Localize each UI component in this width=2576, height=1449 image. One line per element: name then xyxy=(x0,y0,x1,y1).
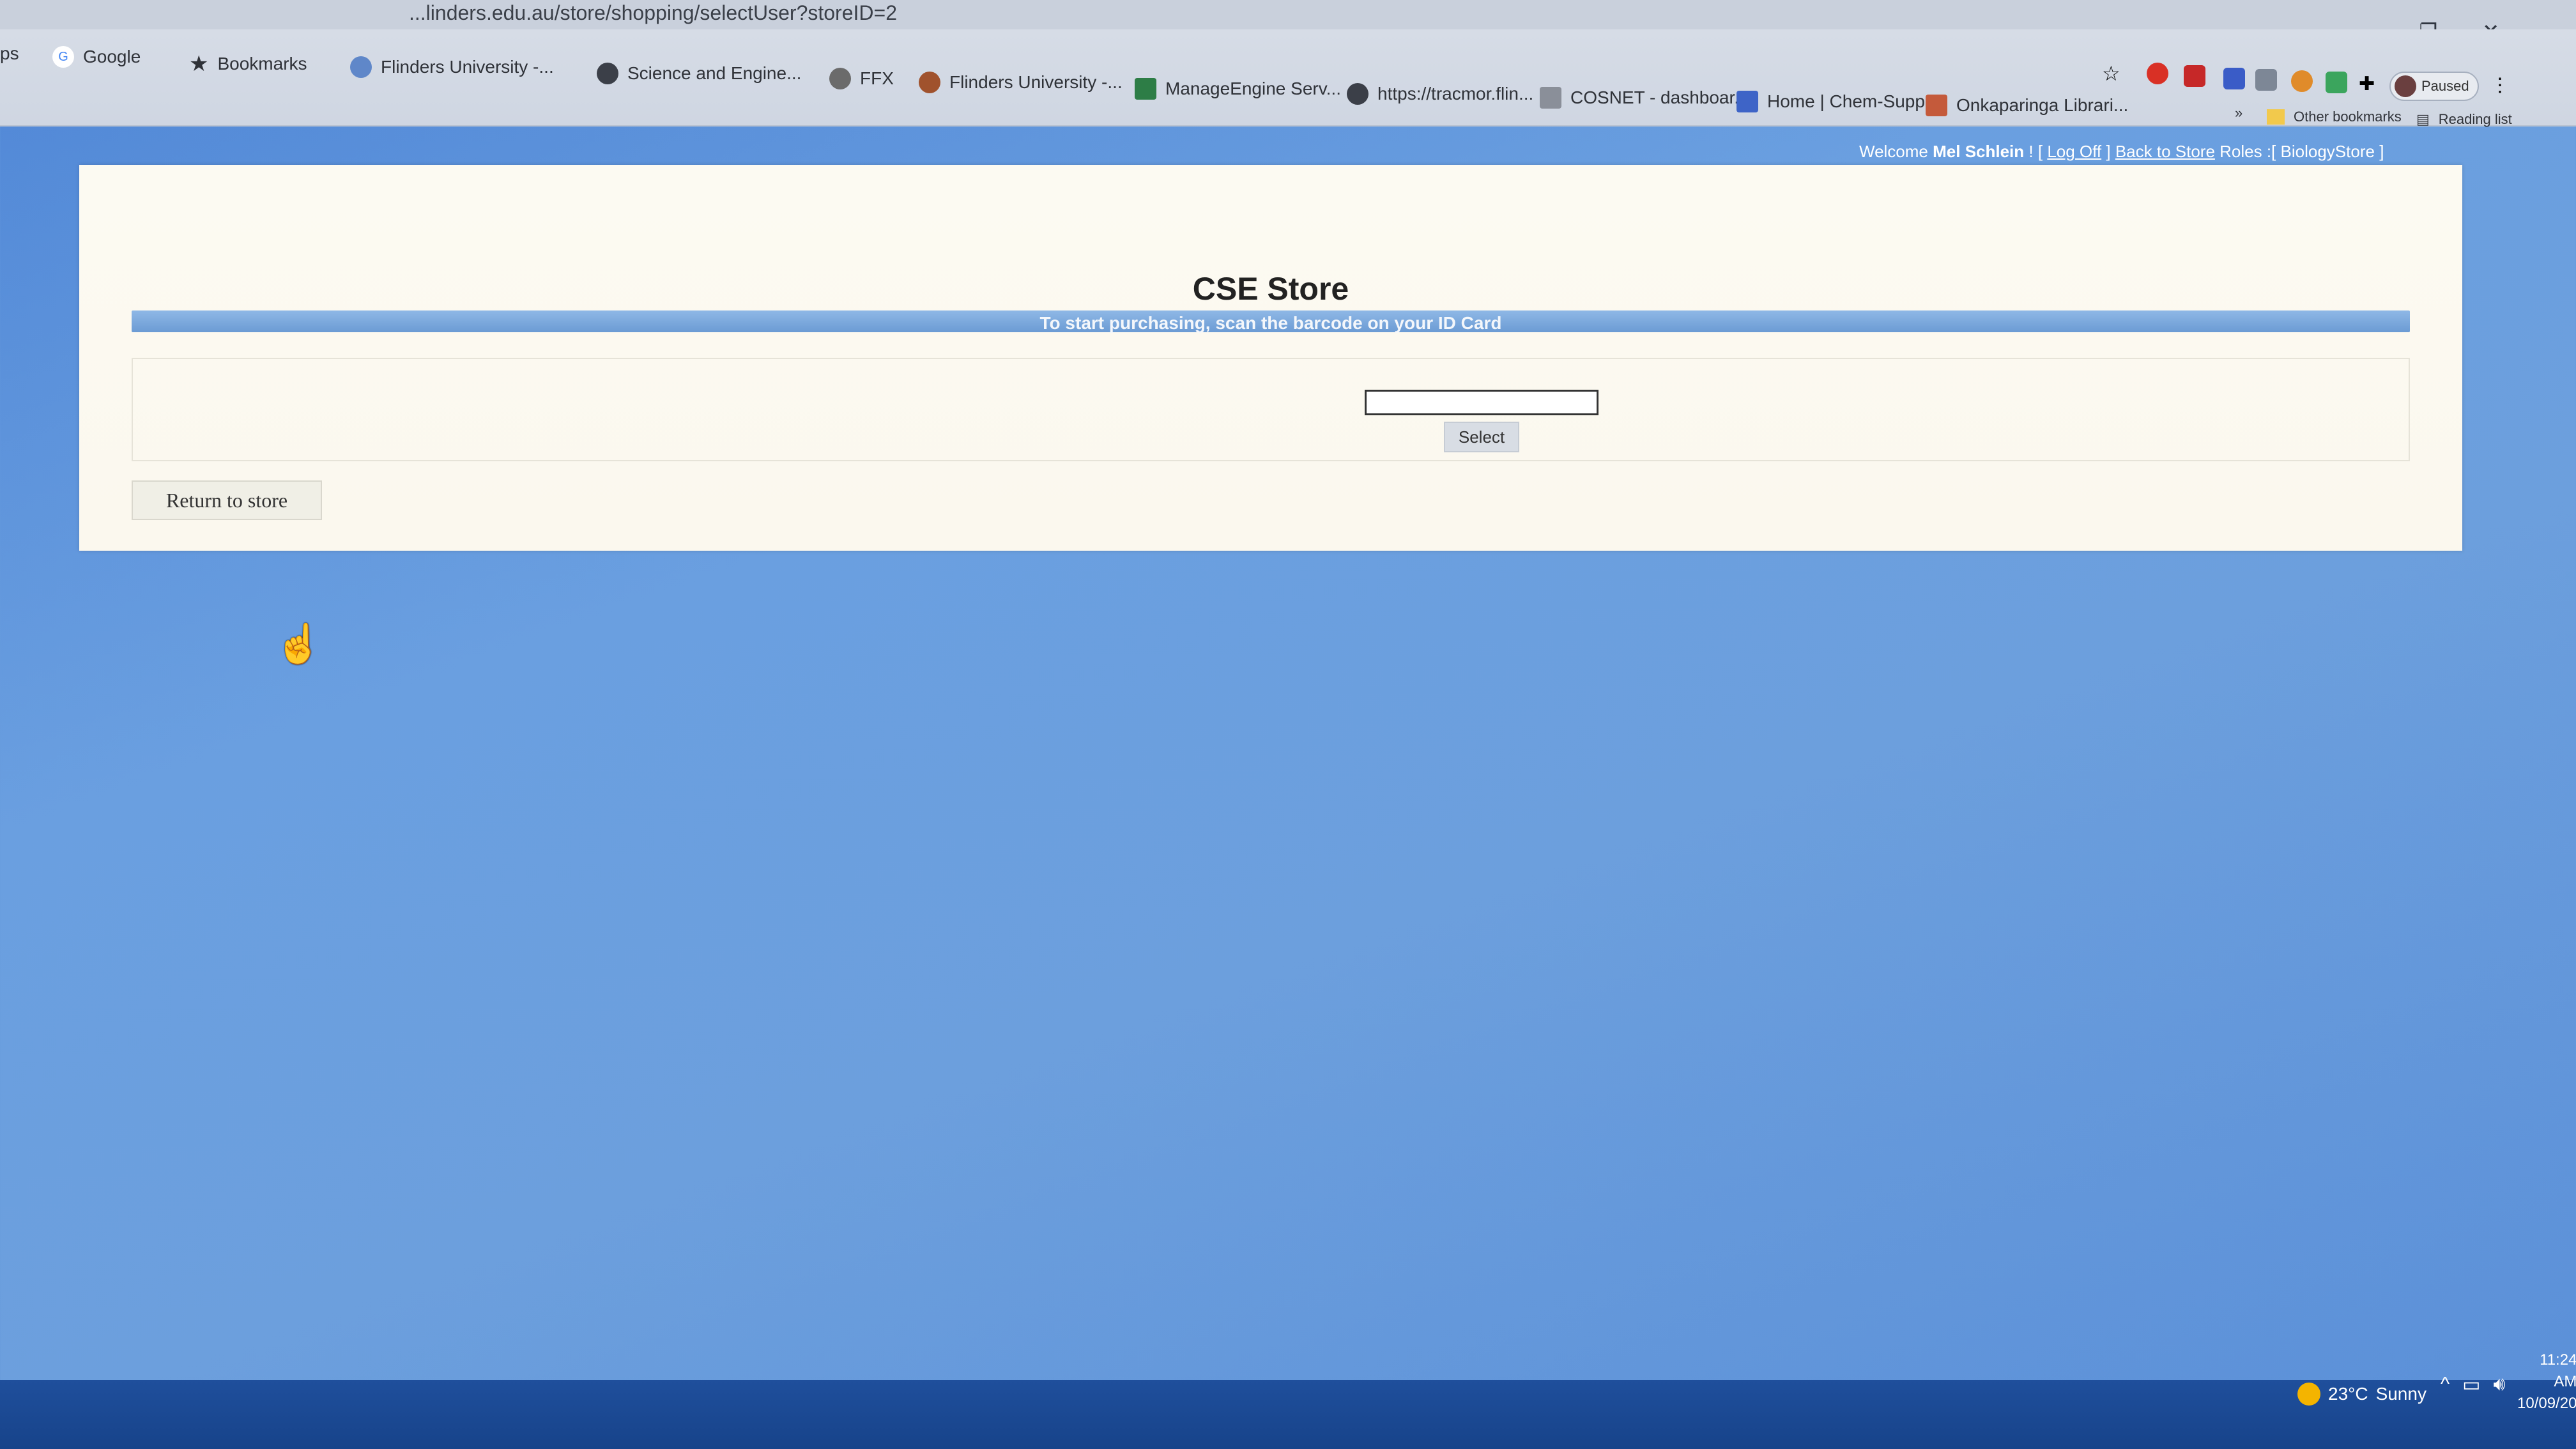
network-icon[interactable]: ▭ xyxy=(2462,1374,2480,1396)
bookmark-science[interactable]: Science and Engine... xyxy=(597,63,801,84)
drive-icon xyxy=(1736,91,1758,112)
bookmarks-bar: ps G Google ★ Bookmarks Flinders Universit… xyxy=(0,29,2576,128)
globe-icon xyxy=(1347,83,1368,105)
bookmark-ffx[interactable]: FFX xyxy=(829,68,894,89)
barcode-input[interactable] xyxy=(1365,390,1598,415)
instruction-text: To start purchasing, scan the barcode on… xyxy=(1039,313,1502,333)
user-header: Welcome Mel Schlein ! [ Log Off ] Back t… xyxy=(1859,142,2384,161)
bookmark-chem-supp[interactable]: Home | Chem-Supp... xyxy=(1736,91,1940,112)
page-title: CSE Store xyxy=(1192,271,1349,307)
cosnet-icon xyxy=(1540,87,1561,109)
bookmark-tracmor[interactable]: https://tracmor.flin... xyxy=(1347,83,1533,105)
extension-icon[interactable] xyxy=(2223,68,2245,89)
manageengine-icon xyxy=(1135,78,1156,100)
store-panel: CSE Store To start purchasing, scan the … xyxy=(79,165,2462,551)
star-bookmark-icon[interactable]: ☆ xyxy=(2102,61,2124,85)
extension-icon[interactable] xyxy=(2255,69,2277,91)
log-off-link[interactable]: Log Off xyxy=(2047,142,2101,161)
pdf-icon[interactable] xyxy=(2184,65,2205,87)
weather-widget[interactable]: 23°C Sunny xyxy=(2297,1383,2426,1406)
flinders-icon xyxy=(350,56,372,78)
star-icon: ★ xyxy=(189,52,209,76)
barcode-form: Select xyxy=(132,358,2410,461)
reading-list-icon: ▤ xyxy=(2416,111,2430,127)
taskbar xyxy=(0,1380,2576,1449)
bookmark-onkaparinga[interactable]: Onkaparinga Librari... xyxy=(1926,95,2128,116)
bookmark-google[interactable]: G Google xyxy=(52,46,141,68)
flinders-icon xyxy=(919,72,940,93)
hand-cursor-icon: ☝ xyxy=(275,622,323,665)
opera-icon[interactable] xyxy=(2147,63,2168,84)
select-button[interactable]: Select xyxy=(1444,422,1519,452)
return-to-store-button[interactable]: Return to store xyxy=(132,480,322,520)
bookmark-apps[interactable]: ps xyxy=(0,43,19,64)
extension-icon[interactable] xyxy=(2326,72,2347,93)
bookmark-flinders-2[interactable]: Flinders University -... xyxy=(919,72,1123,93)
chevron-right-icon[interactable]: » xyxy=(2235,105,2242,121)
volume-icon[interactable]: 🔊︎ xyxy=(2493,1374,2505,1396)
puzzle-icon[interactable]: ✚ xyxy=(2359,73,2380,95)
clock[interactable]: 11:24 AM 10/09/20 xyxy=(2517,1349,2576,1414)
instruction-banner: To start purchasing, scan the barcode on… xyxy=(132,310,2410,333)
bookmark-bookmarks[interactable]: ★ Bookmarks xyxy=(189,51,307,77)
menu-icon[interactable]: ⋮ xyxy=(2490,74,2512,96)
chevron-up-icon[interactable]: ^ xyxy=(2441,1374,2450,1396)
bookmark-cosnet[interactable]: COSNET - dashboar... xyxy=(1540,87,1749,109)
reading-list[interactable]: ▤ Reading list xyxy=(2416,111,2512,128)
sun-icon xyxy=(2297,1383,2320,1406)
globe-icon xyxy=(597,63,618,84)
folder-icon xyxy=(2267,109,2285,125)
back-to-store-link[interactable]: Back to Store xyxy=(2115,142,2215,161)
google-icon: G xyxy=(52,46,74,68)
extension-icon[interactable] xyxy=(2291,70,2313,92)
profile-button[interactable]: Paused xyxy=(2389,72,2479,101)
user-name: Mel Schlein xyxy=(1933,142,2025,161)
library-icon xyxy=(1926,95,1947,116)
avatar xyxy=(2395,75,2416,97)
bookmark-flinders-1[interactable]: Flinders University -... xyxy=(350,56,554,78)
ffx-icon xyxy=(829,68,851,89)
browser-titlebar: ...linders.edu.au/store/shopping/selectU… xyxy=(0,0,2576,43)
role-label: BiologyStore xyxy=(2280,142,2375,161)
bookmark-other[interactable]: Other bookmarks xyxy=(2267,109,2402,125)
address-bar[interactable]: ...linders.edu.au/store/shopping/selectU… xyxy=(409,1,897,25)
system-tray: ^ ▭ 🔊︎ xyxy=(2441,1374,2505,1396)
bookmark-manageengine[interactable]: ManageEngine Serv... xyxy=(1135,78,1341,100)
